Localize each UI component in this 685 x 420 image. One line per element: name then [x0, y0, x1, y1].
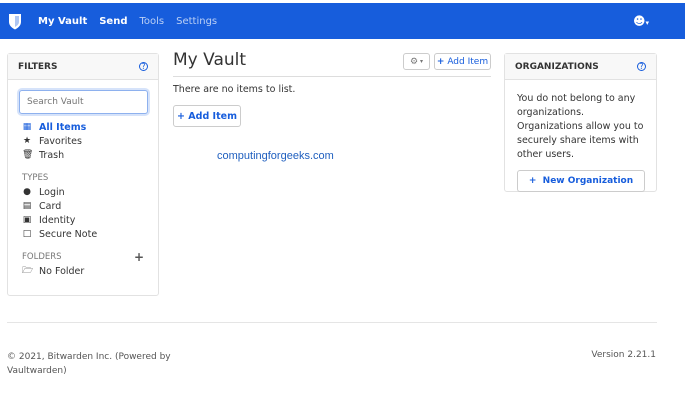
filter-trash[interactable]: 🗑 Trash [22, 148, 144, 162]
help-icon[interactable]: ? [139, 62, 148, 71]
options-button[interactable]: ⚙▾ [403, 53, 430, 70]
organizations-panel: ORGANIZATIONS? You do not belong to any … [504, 53, 657, 192]
trash-icon: 🗑 [22, 150, 32, 160]
bitwarden-logo-icon[interactable] [8, 13, 22, 30]
globe-icon: ● [22, 187, 32, 197]
nav-my-vault[interactable]: My Vault [38, 16, 87, 27]
grid-icon: ▦ [22, 122, 32, 132]
empty-message: There are no items to list. [173, 84, 491, 95]
nav-send[interactable]: Send [99, 16, 127, 27]
label: Login [39, 187, 65, 198]
divider [173, 76, 491, 77]
label: All Items [39, 122, 86, 133]
label: Add Item [188, 111, 237, 122]
folders-heading: FOLDERS + [22, 250, 144, 264]
filter-identity[interactable]: ▣ Identity [22, 213, 144, 227]
label: Trash [39, 150, 64, 161]
label: Secure Note [39, 229, 97, 240]
label: No Folder [39, 266, 84, 277]
new-organization-button[interactable]: + New Organization [517, 170, 645, 192]
note-icon: □ [22, 229, 32, 239]
filter-all-items[interactable]: ▦ All Items [22, 120, 144, 134]
label: Identity [39, 215, 75, 226]
watermark-text: computingforgeeks.com [217, 150, 334, 162]
label: Add Item [447, 57, 488, 67]
filter-no-folder[interactable]: 🗁 No Folder [22, 264, 144, 278]
nav-tools[interactable]: Tools [139, 16, 164, 27]
filter-card[interactable]: ▤ Card [22, 199, 144, 213]
filters-panel: FILTERS? ▦ All Items ★ Favorites 🗑 Trash TY… [7, 53, 159, 296]
filter-favorites[interactable]: ★ Favorites [22, 134, 144, 148]
star-icon: ★ [22, 136, 32, 146]
add-folder-icon[interactable]: + [134, 250, 144, 264]
user-menu-icon[interactable]: ☻▾ [633, 14, 649, 28]
footer-version: Version 2.21.1 [591, 350, 656, 360]
label: Favorites [39, 136, 82, 147]
filter-secure-note[interactable]: □ Secure Note [22, 227, 144, 241]
search-vault-input[interactable] [19, 90, 148, 114]
footer-divider [7, 322, 657, 323]
label: New Organization [543, 176, 633, 186]
label: Card [39, 201, 61, 212]
footer-copyright: © 2021, Bitwarden Inc. (Powered by Vault… [7, 350, 177, 378]
nav-settings[interactable]: Settings [176, 16, 217, 27]
id-card-icon: ▣ [22, 215, 32, 225]
gear-icon: ⚙ [410, 57, 418, 67]
filters-title: FILTERS [18, 62, 57, 72]
add-item-button-secondary[interactable]: + Add Item [173, 105, 241, 127]
credit-card-icon: ▤ [22, 201, 32, 211]
add-item-button[interactable]: + Add Item [434, 53, 491, 70]
types-heading: TYPES [22, 171, 144, 185]
organizations-title: ORGANIZATIONS [515, 62, 599, 72]
filter-login[interactable]: ● Login [22, 185, 144, 199]
help-icon[interactable]: ? [637, 62, 646, 71]
top-navbar: My Vault Send Tools Settings ☻▾ [0, 3, 685, 39]
organizations-text: You do not belong to any organizations. … [505, 80, 656, 162]
caret-icon: ▾ [420, 58, 423, 65]
vault-main: My Vault ⚙▾ + Add Item There are no item… [173, 50, 491, 127]
folder-icon: 🗁 [22, 263, 32, 279]
label: TYPES [22, 173, 48, 183]
label: FOLDERS [22, 252, 62, 262]
